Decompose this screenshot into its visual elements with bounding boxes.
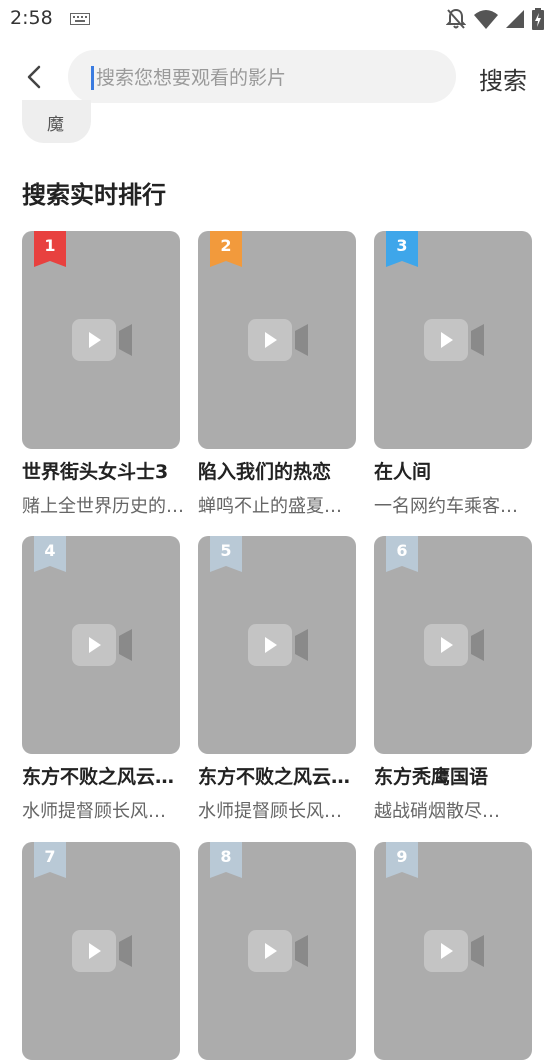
video-placeholder-icon: [424, 930, 484, 972]
back-arrow-icon[interactable]: [20, 62, 50, 92]
movie-description: 赌上全世界历史的…: [22, 496, 182, 517]
search-field[interactable]: [68, 50, 456, 105]
signal-icon: [506, 10, 524, 28]
notifications-off-icon: [446, 8, 466, 29]
rank-number: 5: [220, 541, 232, 560]
poster-thumbnail[interactable]: 2: [198, 231, 356, 449]
battery-charging-icon: [532, 8, 544, 30]
poster-thumbnail[interactable]: 9: [374, 842, 532, 1060]
section-title: 搜索实时排行: [22, 181, 166, 209]
rank-number: 9: [396, 847, 408, 866]
poster-thumbnail[interactable]: 8: [198, 842, 356, 1060]
poster-thumbnail[interactable]: 6: [374, 536, 532, 754]
search-bar: 搜索: [0, 48, 554, 106]
movie-title: 陷入我们的热恋: [198, 461, 332, 483]
movie-title: 东方秃鹰国语: [374, 766, 489, 788]
poster-thumbnail[interactable]: 4: [22, 536, 180, 754]
video-placeholder-icon: [248, 930, 308, 972]
movie-title: 东方不败之风云…: [198, 766, 351, 788]
movie-title: 东方不败之风云…: [22, 766, 175, 788]
rank-number: 8: [220, 847, 232, 866]
poster-thumbnail[interactable]: 5: [198, 536, 356, 754]
video-placeholder-icon: [248, 319, 308, 361]
poster-thumbnail[interactable]: 1: [22, 231, 180, 449]
search-history-chip[interactable]: 魔: [22, 100, 91, 143]
video-placeholder-icon: [72, 930, 132, 972]
rank-number: 1: [44, 236, 56, 255]
keyboard-icon: [70, 13, 90, 25]
poster-thumbnail[interactable]: 3: [374, 231, 532, 449]
video-placeholder-icon: [424, 319, 484, 361]
movie-title: 世界街头女斗士3: [22, 461, 169, 483]
video-placeholder-icon: [248, 624, 308, 666]
rank-number: 2: [220, 236, 232, 255]
movie-description: 水师提督顾长风…: [198, 801, 342, 822]
search-input[interactable]: [94, 50, 438, 105]
status-bar: 2:58: [0, 0, 554, 38]
status-time: 2:58: [10, 7, 53, 29]
video-placeholder-icon: [72, 319, 132, 361]
poster-thumbnail[interactable]: 7: [22, 842, 180, 1060]
video-placeholder-icon: [424, 624, 484, 666]
movie-description: 蝉鸣不止的盛夏…: [198, 496, 342, 517]
movie-description: 水师提督顾长风…: [22, 801, 166, 822]
rank-number: 4: [44, 541, 56, 560]
rank-number: 6: [396, 541, 408, 560]
movie-description: 一名网约车乘客…: [374, 496, 518, 517]
movie-description: 越战硝烟散尽…: [374, 801, 500, 822]
rank-number: 3: [396, 236, 408, 255]
search-button[interactable]: 搜索: [479, 61, 527, 96]
movie-title: 在人间: [374, 461, 432, 483]
video-placeholder-icon: [72, 624, 132, 666]
wifi-icon: [474, 10, 498, 29]
history-chip-label: 魔: [47, 115, 64, 135]
rank-number: 7: [44, 847, 56, 866]
